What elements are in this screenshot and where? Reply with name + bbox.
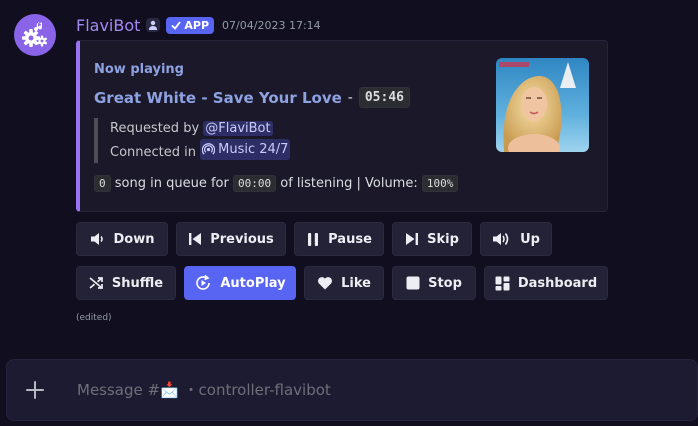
stop-button[interactable]: Stop (392, 266, 476, 300)
message-composer (6, 359, 698, 421)
dashboard-button[interactable]: Dashboard (484, 266, 608, 300)
checkmark-icon (171, 20, 182, 30)
gears-avatar-icon (22, 22, 48, 47)
bot-role-icon (146, 18, 161, 32)
skip-button-label: Skip (427, 231, 459, 247)
track-title-link[interactable]: Great White - Save Your Love (94, 89, 342, 107)
playback-controls-row-2: Shuffle AutoPlay Like Stop Dashboard (76, 266, 608, 300)
down-button-label: Down (113, 231, 155, 247)
requester-mention[interactable]: @FlaviBot (203, 121, 273, 136)
plus-icon (26, 381, 44, 399)
down-button[interactable]: Down (76, 222, 168, 256)
message-timestamp: 07/04/2023 17:14 (222, 18, 321, 32)
dashboard-button-label: Dashboard (517, 275, 598, 291)
stop-icon (406, 276, 420, 290)
author-name[interactable]: FlaviBot (76, 16, 140, 35)
pause-button-label: Pause (328, 231, 372, 247)
dashboard-icon (495, 276, 510, 290)
volume-value: 100% (421, 175, 459, 192)
like-button-label: Like (341, 275, 371, 291)
autoplay-button[interactable]: AutoPlay (184, 266, 296, 300)
voice-channel-mention[interactable]: Music 24/7 (200, 139, 291, 160)
skip-button[interactable]: Skip (392, 222, 472, 256)
up-button-label: Up (520, 231, 540, 247)
listening-text: of listening | Volume: (280, 176, 418, 191)
add-attachment-button[interactable] (7, 360, 63, 420)
edited-indicator: (edited) (76, 313, 112, 323)
connected-in-line: Connected in Music 24/7 (110, 139, 291, 163)
autoplay-icon (196, 274, 211, 290)
playback-controls-row-1: Down Previous Pause Skip Up (76, 222, 552, 256)
shuffle-button[interactable]: Shuffle (76, 266, 176, 300)
voice-channel-icon (202, 143, 216, 155)
app-badge-label: APP (184, 18, 210, 32)
heart-icon (318, 277, 333, 290)
now-playing-embed: Now playing Great White - Save Your Love… (76, 40, 608, 212)
queue-text: song in queue for (114, 176, 229, 191)
autoplay-button-label: AutoPlay (220, 275, 286, 291)
previous-track-icon (189, 233, 202, 245)
previous-button[interactable]: Previous (176, 222, 286, 256)
track-line: Great White - Save Your Love - 05:46 (94, 87, 410, 108)
queue-status-line: 0 song in queue for 00:00 of listening |… (94, 175, 459, 192)
connected-in-label: Connected in (110, 145, 196, 160)
track-duration: 05:46 (358, 87, 410, 108)
track-separator: - (347, 89, 353, 106)
message-header: FlaviBot APP 07/04/2023 17:14 (76, 14, 321, 36)
voice-channel-name: Music 24/7 (218, 142, 289, 157)
stop-button-label: Stop (428, 275, 462, 291)
pause-button[interactable]: Pause (294, 222, 384, 256)
embed-heading: Now playing (94, 62, 184, 77)
album-art-thumbnail[interactable] (496, 58, 589, 152)
listening-time: 00:00 (232, 175, 277, 192)
bot-avatar[interactable] (14, 14, 56, 56)
volume-up-icon (493, 233, 509, 245)
app-badge: APP (166, 16, 215, 34)
like-button[interactable]: Like (304, 266, 384, 300)
request-info-quote: Requested by @FlaviBot Connected in Musi… (94, 118, 291, 163)
requested-by-line: Requested by @FlaviBot (110, 118, 290, 139)
skip-track-icon (406, 233, 419, 245)
volume-down-icon (90, 233, 103, 245)
message-input[interactable] (63, 359, 697, 421)
shuffle-button-label: Shuffle (111, 275, 164, 291)
pause-icon (308, 232, 319, 246)
up-button[interactable]: Up (480, 222, 552, 256)
shuffle-icon (89, 277, 103, 289)
queue-count: 0 (94, 175, 111, 192)
previous-button-label: Previous (210, 231, 274, 247)
requested-by-label: Requested by (110, 121, 200, 136)
